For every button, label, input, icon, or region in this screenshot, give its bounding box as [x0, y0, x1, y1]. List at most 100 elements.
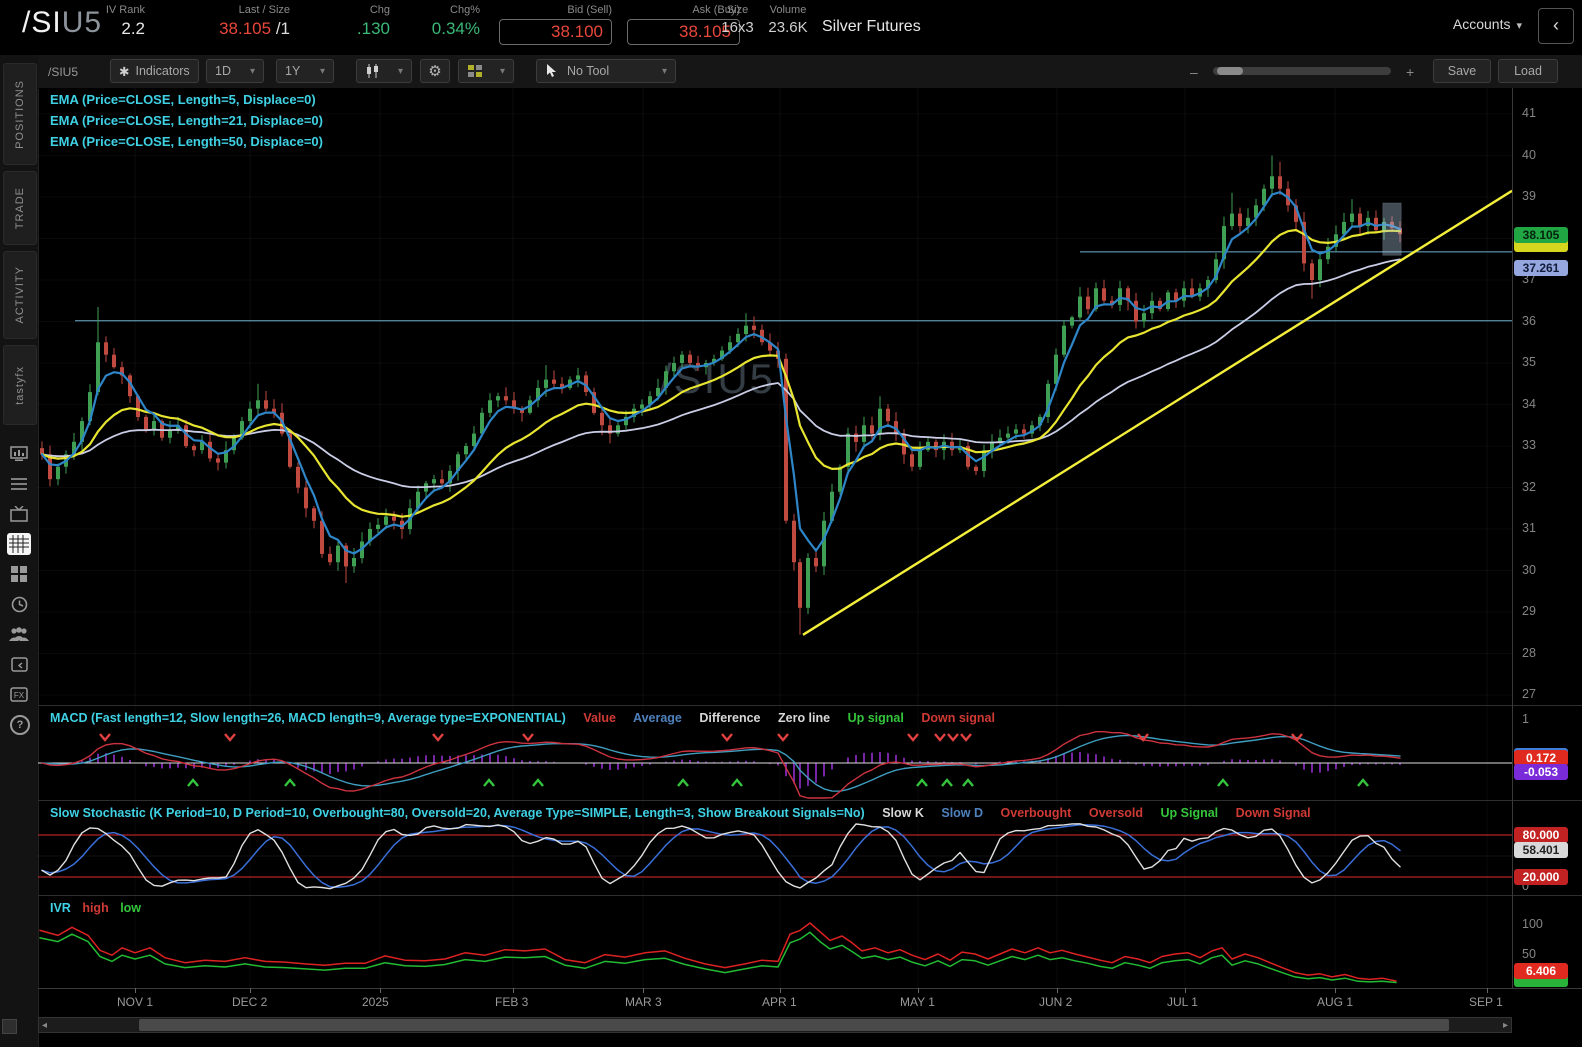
date-tick — [513, 988, 514, 993]
chevron-down-icon: ▾ — [661, 65, 667, 77]
layout-grid-icon — [468, 65, 482, 77]
stoch-current-bubble: 58.401 — [1514, 842, 1568, 858]
save-button[interactable]: Save — [1433, 59, 1491, 83]
toolbar-symbol-label: /SIU5 — [48, 65, 79, 79]
chevron-down-icon: ▾ — [397, 65, 403, 77]
svg-text:FX: FX — [14, 691, 25, 700]
last-price-bubble: 38.105 — [1514, 227, 1568, 243]
sidebar-tab-activity[interactable]: ACTIVITY — [3, 251, 37, 339]
timeframe-dropdown[interactable]: 1D ▾ — [206, 59, 264, 83]
chart-settings-button[interactable]: ⚙ — [420, 59, 450, 83]
price-tick: 35 — [1522, 355, 1536, 369]
chevron-left-icon: ‹ — [1553, 15, 1559, 35]
scroll-right-icon[interactable]: ▸ — [1503, 1020, 1508, 1031]
calendar-replay-icon[interactable] — [7, 653, 31, 675]
stoch-overbought-bubble: 80.000 — [1514, 827, 1568, 843]
macd-diff-bubble: -0.053 — [1514, 764, 1568, 780]
ivr-legend: IVR high low — [50, 901, 142, 915]
date-label: JUN 2 — [1039, 995, 1073, 1009]
load-button[interactable]: Load — [1498, 59, 1558, 83]
gear-icon: ⚙ — [428, 63, 442, 80]
ema21-label[interactable]: EMA (Price=CLOSE, Length=21, Displace=0) — [50, 113, 323, 128]
quote-board-icon[interactable] — [7, 443, 31, 465]
chart-scrollbar[interactable]: ◂ ▸ — [38, 1017, 1512, 1033]
bid-button[interactable]: 38.100 — [499, 19, 612, 45]
macd-title[interactable]: MACD (Fast length=12, Slow length=26, MA… — [50, 711, 566, 725]
date-tick — [780, 988, 781, 993]
date-tick — [918, 988, 919, 993]
size-field: Size 16x3 — [721, 4, 754, 36]
price-tick: 41 — [1522, 106, 1536, 120]
cursor-icon — [547, 64, 556, 77]
indicators-icon: ✱ — [119, 64, 130, 79]
range-dropdown[interactable]: 1Y ▾ — [276, 59, 334, 83]
date-label: JUL 1 — [1167, 995, 1198, 1009]
stoch-oversold-bubble: 20.000 — [1514, 869, 1568, 885]
scroll-left-icon[interactable]: ◂ — [42, 1020, 47, 1031]
chevron-down-icon: ▾ — [499, 65, 505, 77]
date-label: NOV 1 — [117, 995, 154, 1009]
price-tick: 30 — [1522, 563, 1536, 577]
ema50-label[interactable]: EMA (Price=CLOSE, Length=50, Displace=0) — [50, 134, 323, 149]
ivr-tick: 50 — [1522, 947, 1536, 961]
price-tick: 33 — [1522, 438, 1536, 452]
date-label: SEP 1 — [1469, 995, 1503, 1009]
date-label: APR 1 — [762, 995, 797, 1009]
bid-field[interactable]: Bid (Sell) 38.100 — [497, 4, 612, 45]
chart-icon-active[interactable] — [7, 533, 31, 555]
date-tick — [1487, 988, 1488, 993]
zoom-out-button[interactable]: – — [1190, 64, 1198, 80]
price-tick: 36 — [1522, 314, 1536, 328]
left-sidebar: POSITIONS TRADE ACTIVITY tastyfx FX ? — [0, 55, 39, 1047]
history-clock-icon[interactable] — [7, 593, 31, 615]
tv-icon[interactable] — [7, 503, 31, 525]
scrollbar-thumb[interactable] — [139, 1019, 1449, 1031]
price-tick: 32 — [1522, 480, 1536, 494]
macd-tick: 1 — [1522, 712, 1529, 726]
date-label: AUG 1 — [1317, 995, 1354, 1009]
date-tick — [135, 988, 136, 993]
zoom-in-button[interactable]: + — [1406, 64, 1414, 80]
date-label: 2025 — [362, 995, 389, 1009]
drawing-tool-dropdown[interactable]: No Tool ▾ — [536, 59, 676, 83]
follow-traders-icon[interactable] — [7, 623, 31, 645]
date-tick — [380, 988, 381, 993]
sidebar-tab-tastyfx[interactable]: tastyfx — [3, 345, 37, 425]
help-icon[interactable]: ? — [10, 715, 30, 735]
price-tick: 34 — [1522, 397, 1536, 411]
ivr-panel[interactable] — [38, 896, 1512, 988]
instrument-description: Silver Futures — [822, 18, 921, 35]
price-tick: 40 — [1522, 148, 1536, 162]
ivr-title[interactable]: IVR — [50, 901, 71, 915]
date-tick — [643, 988, 644, 993]
ivr-value-bubble: 6.406 — [1514, 963, 1568, 979]
sidebar-tab-positions[interactable]: POSITIONS — [3, 63, 37, 165]
date-tick — [1057, 988, 1058, 993]
accounts-menu[interactable]: Accounts ▾ — [1453, 16, 1522, 32]
chevron-down-icon: ▾ — [319, 65, 325, 77]
zoom-slider-handle[interactable] — [1217, 67, 1243, 75]
fx-icon[interactable]: FX — [7, 683, 31, 705]
zoom-slider[interactable] — [1213, 67, 1391, 75]
price-axis-line — [1512, 88, 1513, 988]
line-price-bubble: 37.261 — [1514, 260, 1568, 276]
chg-pct-field: Chg% 0.34% — [431, 4, 480, 38]
chart-toolbar: /SIU5 ✱ Indicators 1D ▾ 1Y ▾ ▾ ⚙ ▾ No Tool… — [38, 55, 1582, 89]
layout-grid-dropdown[interactable]: ▾ — [458, 59, 514, 83]
indicators-button[interactable]: ✱ Indicators — [110, 59, 199, 83]
scroll-corner — [2, 1019, 17, 1034]
chg-field: Chg .130 — [356, 4, 390, 38]
date-tick — [1335, 988, 1336, 993]
date-tick — [250, 988, 251, 993]
date-label: DEC 2 — [232, 995, 268, 1009]
collapse-panel-button[interactable]: ‹ — [1538, 8, 1574, 44]
price-tick: 27 — [1522, 687, 1536, 701]
chart-type-dropdown[interactable]: ▾ — [356, 59, 412, 83]
watchlist-icon[interactable] — [7, 473, 31, 495]
sidebar-tab-trade[interactable]: TRADE — [3, 171, 37, 245]
stoch-title[interactable]: Slow Stochastic (K Period=10, D Period=1… — [50, 806, 865, 820]
price-chart[interactable] — [38, 88, 1512, 705]
last-size-field: Last / Size 38.105 /1 — [219, 4, 290, 38]
ema5-label[interactable]: EMA (Price=CLOSE, Length=5, Displace=0) — [50, 92, 323, 107]
apps-grid-icon[interactable] — [7, 563, 31, 585]
